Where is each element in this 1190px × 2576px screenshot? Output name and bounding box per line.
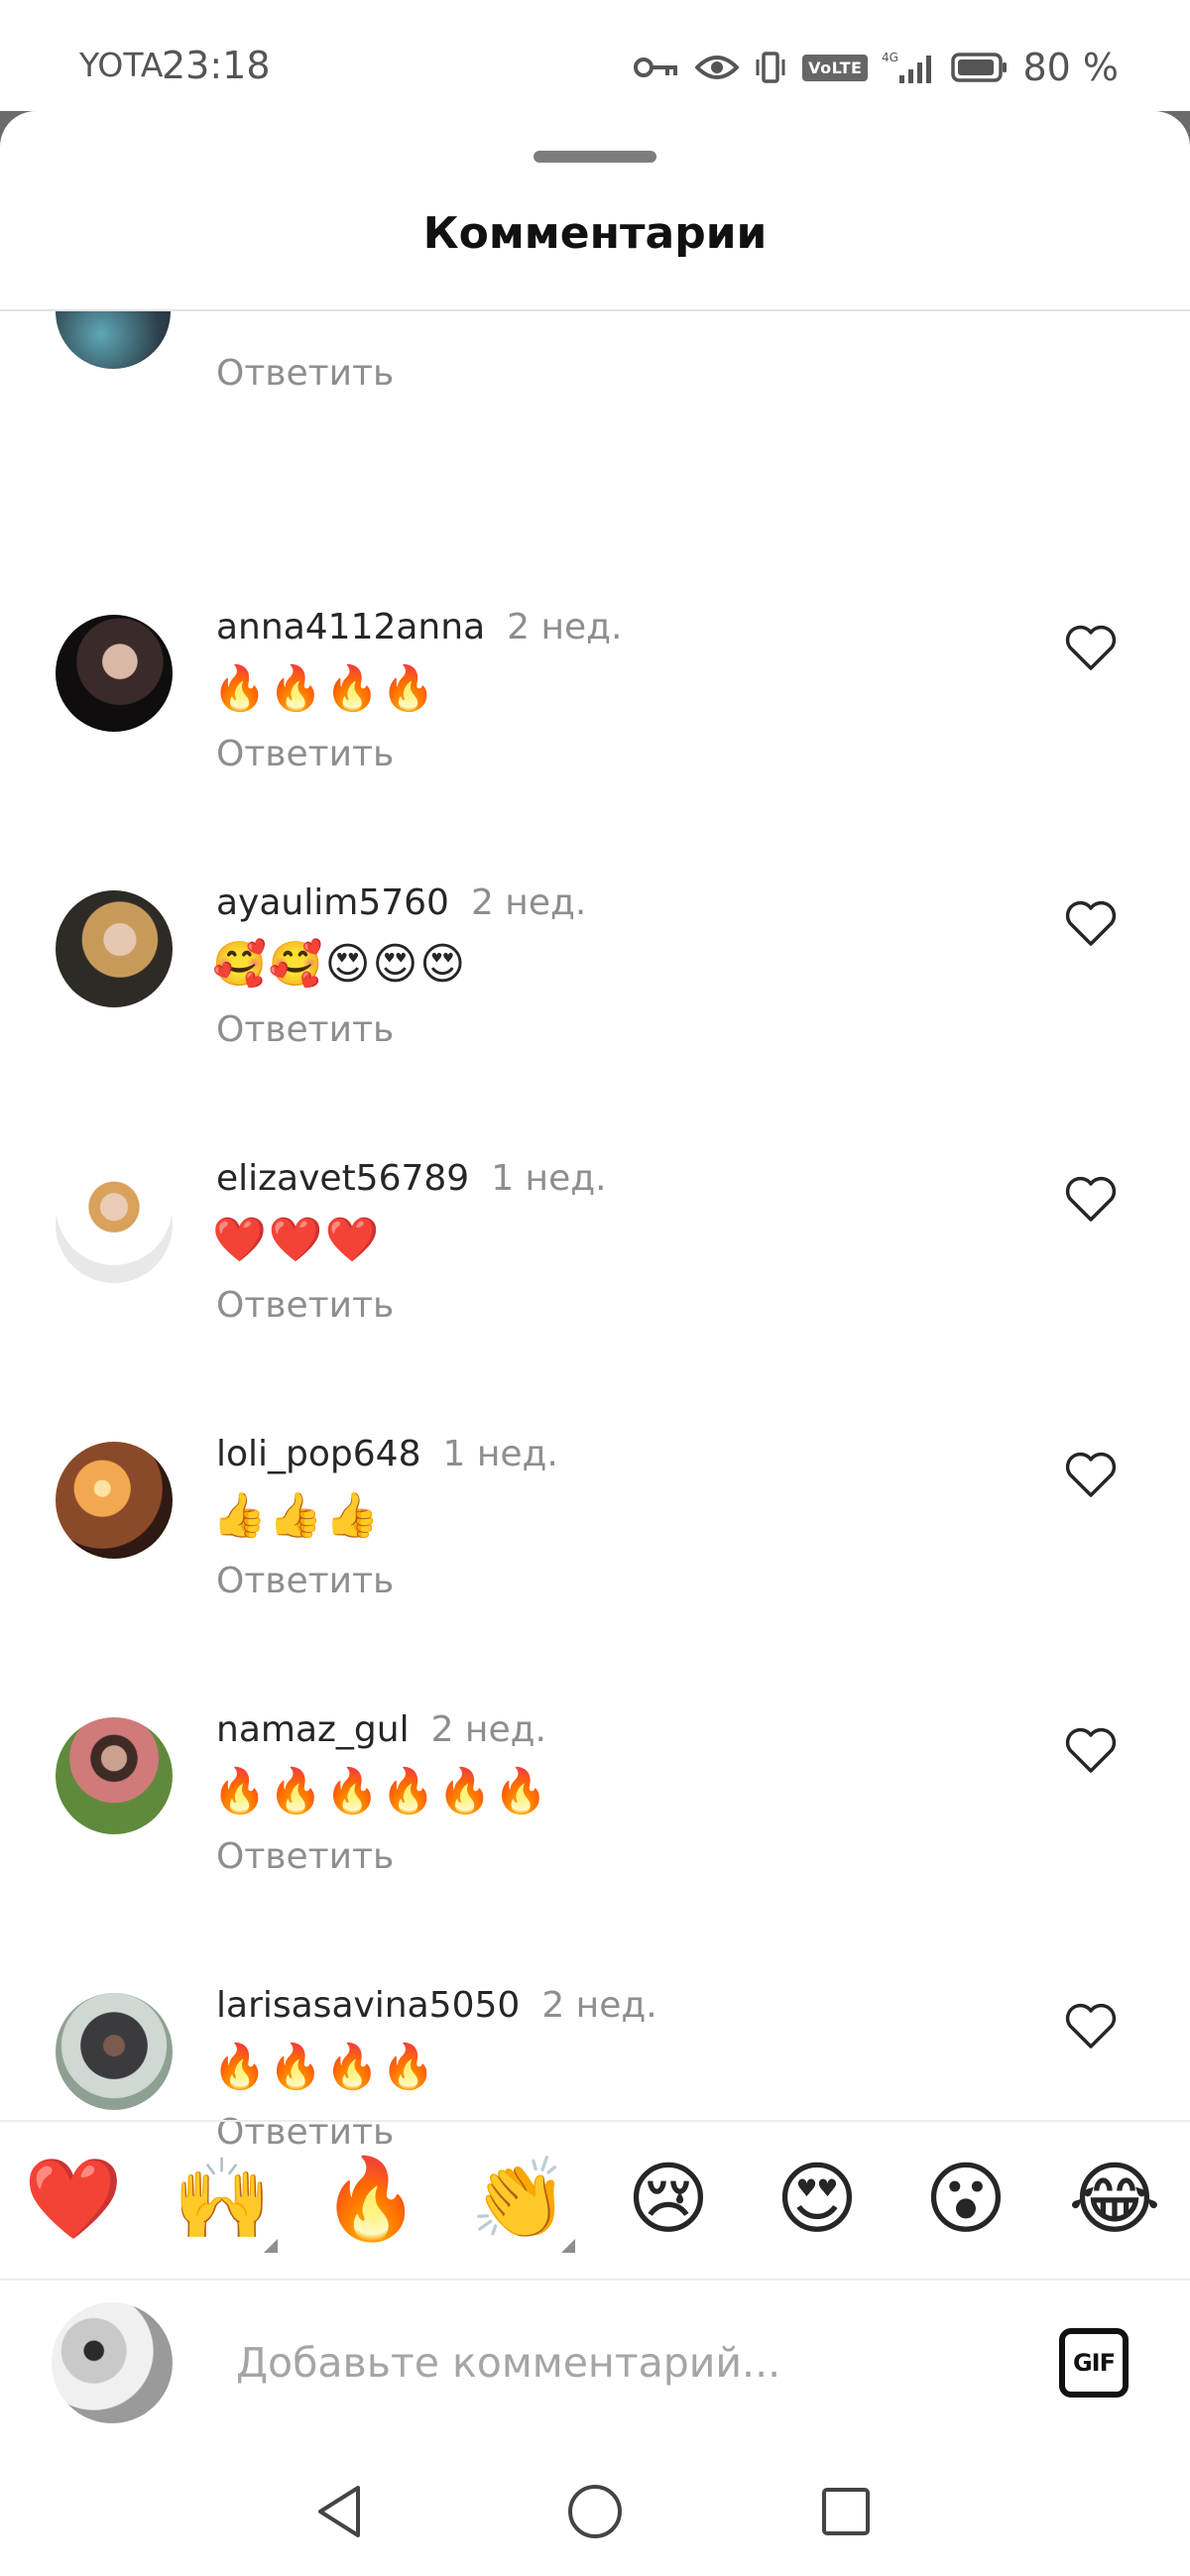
comment-time: 2 нед. [470,882,587,923]
avatar[interactable] [56,1442,173,1559]
reply-button[interactable]: Ответить [216,1836,394,1877]
reply-button[interactable]: Ответить [216,734,394,774]
comment-text: 🔥🔥🔥🔥 [212,2042,438,2092]
skin-tone-indicator-icon [561,2239,575,2253]
comments-sheet: Комментарии Ответить anna4112anna 2 нед. … [0,111,1190,2576]
comment-time: 2 нед. [507,607,623,647]
gif-button[interactable]: GIF [1059,2328,1129,2398]
key-icon [634,54,681,81]
avatar[interactable] [56,890,173,1007]
heart-icon[interactable] [1063,1448,1119,1503]
comment-time: 2 нед. [430,1709,546,1750]
reaction-surprised[interactable]: 😮 [916,2150,1015,2249]
comment-item: namaz_gul 2 нед. 🔥🔥🔥🔥🔥🔥 Ответить [0,1703,1190,1902]
heart-icon[interactable] [1063,1723,1119,1779]
back-icon[interactable] [305,2477,375,2546]
comment-composer: GIF [0,2279,1190,2453]
comment-item: loli_pop648 1 нед. 👍👍👍 Ответить [0,1428,1190,1626]
comment-item: elizavet56789 1 нед. ❤️❤️❤️ Ответить [0,1152,1190,1350]
quick-reactions-bar: ❤️ 🙌 🔥 👏 😢 😍 😮 😂 [0,2120,1190,2281]
status-bar: YOTA 23:18 VoLTE 4G 80 % [0,0,1190,111]
avatar[interactable] [56,1166,173,1283]
heart-icon[interactable] [1063,621,1119,676]
comment-header: anna4112anna 2 нед. [216,607,623,647]
reaction-heart[interactable]: ❤️ [24,2150,123,2249]
comment-time: 1 нед. [491,1158,607,1199]
recents-icon[interactable] [811,2477,881,2546]
comment-text: 🔥🔥🔥🔥 [212,663,438,714]
comment-input[interactable] [234,2324,1012,2401]
avatar[interactable] [56,311,171,369]
eye-icon [695,53,740,82]
reply-button[interactable]: Ответить [216,1561,394,1601]
reaction-crying[interactable]: 😢 [619,2150,718,2249]
avatar[interactable] [56,615,173,732]
carrier-label: YOTA [79,46,164,84]
comment-text: 👍👍👍 [212,1490,382,1541]
navigation-bar [0,2451,1190,2576]
reaction-laughing[interactable]: 😂 [1065,2150,1164,2249]
network-type: 4G [882,51,898,64]
raised-hands-emoji: 🙌 [173,2153,272,2245]
avatar[interactable] [56,1717,173,1834]
comment-username[interactable]: ayaulim5760 [216,882,449,923]
home-icon[interactable] [560,2477,630,2546]
heart-icon[interactable] [1063,1172,1119,1228]
skin-tone-indicator-icon [264,2239,278,2253]
status-time: 23:18 [162,44,271,87]
comment-time: 2 нед. [541,1985,657,2026]
comment-username[interactable]: namaz_gul [216,1709,410,1750]
heart-icon[interactable] [1063,1999,1119,2054]
vibrate-icon [753,50,788,85]
clap-emoji: 👏 [470,2153,569,2245]
comment-text: 🔥🔥🔥🔥🔥🔥 [212,1766,550,1816]
comment-header: larisasavina5050 2 нед. [216,1985,657,2026]
volte-badge: VoLTE [802,54,869,81]
comment-header: ayaulim5760 2 нед. [216,882,586,923]
comment-header: loli_pop648 1 нед. [216,1434,558,1474]
reaction-heart-eyes[interactable]: 😍 [768,2150,867,2249]
signal-icon: 4G [882,50,937,85]
avatar [52,2302,173,2423]
battery-percent: 80 % [1022,46,1119,89]
status-icons: VoLTE 4G 80 % [634,44,1119,91]
heart-icon[interactable] [1063,896,1119,952]
comment-time: 1 нед. [442,1434,558,1474]
reaction-clap[interactable]: 👏 [470,2150,575,2253]
reply-button[interactable]: Ответить [216,1009,394,1050]
reaction-raised-hands[interactable]: 🙌 [173,2150,278,2253]
sheet-title: Комментарии [422,208,768,259]
comments-list[interactable]: Ответить anna4112anna 2 нед. 🔥🔥🔥🔥 Ответит… [0,311,1190,2231]
drag-handle[interactable] [534,151,656,163]
avatar[interactable] [56,1993,173,2110]
comment-item: ayaulim5760 2 нед. 🥰🥰😍😍😍 Ответить [0,877,1190,1075]
comment-header: elizavet56789 1 нед. [216,1158,607,1199]
comment-item: anna4112anna 2 нед. 🔥🔥🔥🔥 Ответить [0,601,1190,799]
comment-header: namaz_gul 2 нед. [216,1709,546,1750]
reaction-fire[interactable]: 🔥 [321,2150,420,2249]
comment-username[interactable]: elizavet56789 [216,1158,469,1199]
comment-text: ❤️❤️❤️ [212,1215,382,1265]
reply-button[interactable]: Ответить [216,353,394,394]
battery-icon [951,52,1009,83]
comment-text: 🥰🥰😍😍😍 [212,939,468,990]
comment-username[interactable]: loli_pop648 [216,1434,420,1474]
comment-username[interactable]: larisasavina5050 [216,1985,520,2026]
reply-button[interactable]: Ответить [216,1285,394,1326]
comment-username[interactable]: anna4112anna [216,607,485,647]
